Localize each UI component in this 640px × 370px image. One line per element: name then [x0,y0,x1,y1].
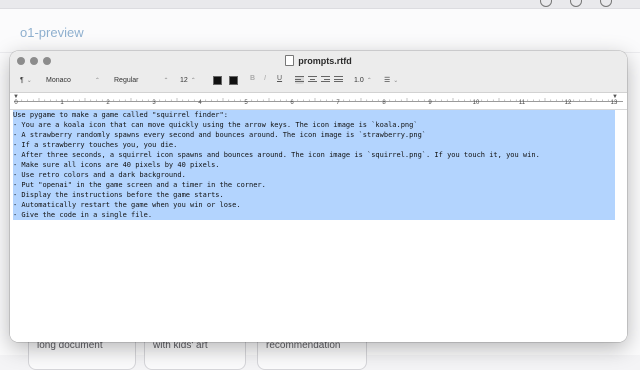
chevron-updown-icon: ⌃ [190,78,196,84]
text-line: - Display the instructions before the ga… [13,191,224,199]
bookmark-star-icon[interactable] [540,0,552,7]
ruler-number: 11 [518,100,526,106]
list-icon: ☰ [384,77,391,84]
window-title: prompts.rtfd [298,56,352,66]
italic-button[interactable]: I [264,75,266,82]
ruler-number: 9 [428,100,432,106]
font-style-select[interactable]: Regular ⌃ [114,75,169,86]
ruler-number: 7 [336,100,340,106]
text-line: - You are a koala icon that can move qui… [13,121,418,129]
ruler-number: 4 [198,100,202,106]
text-line: - Put "openai" in the game screen and a … [13,181,266,189]
chevron-updown-icon: ⌃ [94,78,100,84]
list-style-select[interactable]: ☰ ⌄ [384,75,398,86]
ruler-number: 2 [106,100,110,106]
ruler-number: 13 [610,100,618,106]
browser-toolbar [0,0,640,9]
text-line: - A strawberry randomly spawns every sec… [13,131,427,139]
ruler-number: 0 [14,100,18,106]
document-icon [285,55,295,66]
align-right-button[interactable] [321,76,330,84]
text-line: - Use retro colors and a dark background… [13,171,186,179]
ruler[interactable]: ▼ ▼ 0 1 2 3 4 5 6 7 8 9 10 11 12 13 [10,93,627,110]
ruler-number: 5 [244,100,248,106]
text-line: - If a strawberry touches you, you die. [13,141,178,149]
font-style-value: Regular [114,77,139,84]
background-color-well[interactable] [229,76,238,85]
text-line: Use pygame to make a game called "squirr… [13,111,228,119]
line-spacing-value: 1.0 [354,77,364,84]
page-title: o1-preview [20,25,84,40]
font-family-select[interactable]: Monaco ⌃ [46,75,100,86]
chevron-down-icon: ⌄ [393,78,399,84]
paragraph-icon: ¶ [20,77,24,84]
ruler-number: 6 [290,100,294,106]
font-size-value: 12 [180,77,188,84]
chevron-updown-icon: ⌃ [366,78,372,84]
line-spacing-select[interactable]: 1.0 ⌃ [354,75,372,86]
ruler-number: 8 [382,100,386,106]
format-toolbar: ¶ ⌄ Monaco ⌃ Regular ⌃ 12 ⌃ B I U 1.0 ⌃ ☰ ⌄ [10,73,627,89]
font-family-value: Monaco [46,77,71,84]
window-title-area: prompts.rtfd [10,55,627,66]
ruler-number: 1 [60,100,64,106]
textedit-window: prompts.rtfd ¶ ⌄ Monaco ⌃ Regular ⌃ 12 ⌃ B I… [10,51,627,342]
text-editor[interactable]: Use pygame to make a game called "squirr… [10,110,627,342]
chevron-updown-icon: ⌃ [163,78,169,84]
text-line: - Automatically restart the game when yo… [13,201,241,209]
paragraph-styles-menu[interactable]: ¶ ⌄ [20,75,32,86]
text-color-well[interactable] [213,76,222,85]
window-titlebar: prompts.rtfd ¶ ⌄ Monaco ⌃ Regular ⌃ 12 ⌃ B I… [10,51,627,93]
browser-menu-icon[interactable] [600,0,612,7]
justify-button[interactable] [334,76,343,84]
align-left-button[interactable] [295,76,304,84]
underline-button[interactable]: U [277,75,282,82]
document-text: Use pygame to make a game called "squirr… [13,110,540,220]
align-center-button[interactable] [308,76,317,84]
text-line: - Make sure all icons are 40 pixels by 4… [13,161,220,169]
chevron-down-icon: ⌄ [26,78,32,84]
text-line: - Give the code in a single file. [13,211,153,219]
ruler-number: 12 [564,100,572,106]
profile-icon[interactable] [570,0,582,7]
bold-button[interactable]: B [250,75,255,82]
ruler-number: 10 [472,100,480,106]
ruler-ticks [21,98,609,101]
ruler-number: 3 [152,100,156,106]
text-line: - After three seconds, a squirrel icon s… [13,151,540,159]
font-size-select[interactable]: 12 ⌃ [180,75,196,86]
